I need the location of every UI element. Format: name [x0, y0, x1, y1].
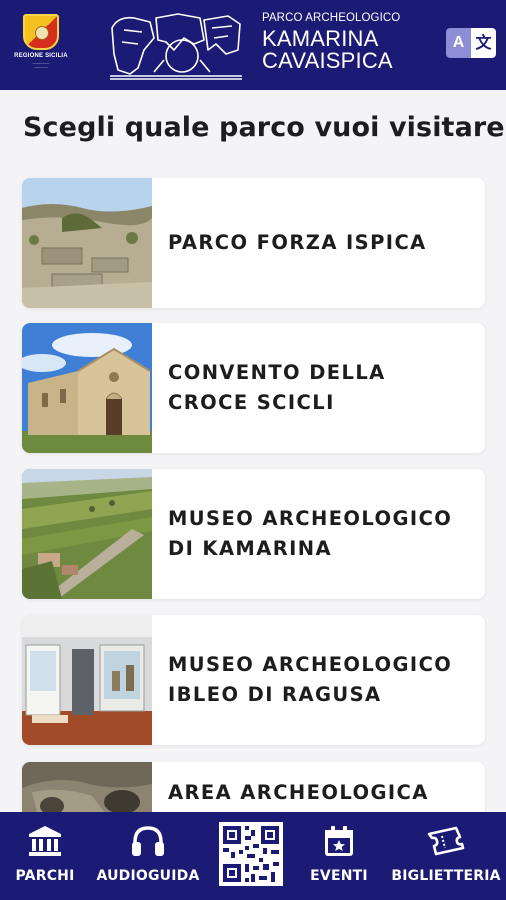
- language-button[interactable]: A 文: [446, 28, 496, 58]
- park-kicker: PARCO ARCHEOLOGICO: [262, 12, 401, 24]
- park-label: CONVENTO DELLA CROCE SCICLI: [168, 361, 386, 414]
- park-image-museo-ibleo: [22, 615, 152, 745]
- park-name-line1: KAMARINA: [262, 26, 379, 51]
- park-card-museo-ibleo[interactable]: MUSEO ARCHEOLOGICO IBLEO DI RAGUSA: [22, 615, 485, 745]
- translate-icon: A: [452, 34, 465, 51]
- region-logo-title: REGIONE SICILIA: [14, 53, 68, 59]
- ticket-icon: [427, 826, 465, 856]
- park-label: MUSEO ARCHEOLOGICO DI KAMARINA: [168, 507, 453, 560]
- park-image-forza-ispica: [22, 178, 152, 308]
- nav-audioguida[interactable]: AUDIOGUIDA: [96, 812, 200, 900]
- nav-eventi[interactable]: EVENTI: [300, 812, 378, 900]
- nav-label: EVENTI: [310, 868, 368, 884]
- park-card-convento-croce[interactable]: CONVENTO DELLA CROCE SCICLI: [22, 323, 485, 453]
- nav-qr-scan[interactable]: [219, 822, 283, 886]
- park-label: PARCO FORZA ISPICA: [168, 231, 427, 254]
- bottom-navigation: PARCHI AUDIOGUIDA EVENTI BIGLIETTERIA: [0, 812, 506, 900]
- page-title: Scegli quale parco vuoi visitare: [23, 112, 505, 143]
- nav-parchi[interactable]: PARCHI: [0, 812, 90, 900]
- regione-sicilia-logo: REGIONE SICILIA ————— ————: [10, 14, 72, 76]
- park-card-museo-kamarina[interactable]: MUSEO ARCHEOLOGICO DI KAMARINA: [22, 469, 485, 599]
- park-label: MUSEO ARCHEOLOGICO IBLEO DI RAGUSA: [168, 653, 453, 706]
- nav-label: BIGLIETTERIA: [391, 868, 501, 884]
- translate-glyph-icon: 文: [475, 33, 492, 52]
- park-card-forza-ispica[interactable]: PARCO FORZA ISPICA: [22, 178, 485, 308]
- region-logo-subtitle: ————— ————: [32, 61, 50, 69]
- park-image-convento-croce: [22, 323, 152, 453]
- park-emblem-logo: [110, 13, 242, 80]
- headphones-icon: [132, 826, 164, 856]
- nav-label: PARCHI: [15, 868, 75, 884]
- park-image-museo-kamarina: [22, 469, 152, 599]
- calendar-star-icon: [325, 826, 353, 856]
- park-brand: PARCO ARCHEOLOGICO KAMARINA CAVAISPICA: [262, 12, 422, 72]
- nav-biglietteria[interactable]: BIGLIETTERIA: [388, 812, 504, 900]
- qr-code-icon: [219, 822, 283, 886]
- museum-icon: [29, 826, 61, 856]
- park-name-line2: CAVAISPICA: [262, 48, 393, 73]
- app-header: REGIONE SICILIA ————— ———— PARCO ARCHEOLO…: [0, 0, 506, 90]
- sicily-shield-icon: [23, 14, 59, 50]
- nav-label: AUDIOGUIDA: [96, 868, 200, 884]
